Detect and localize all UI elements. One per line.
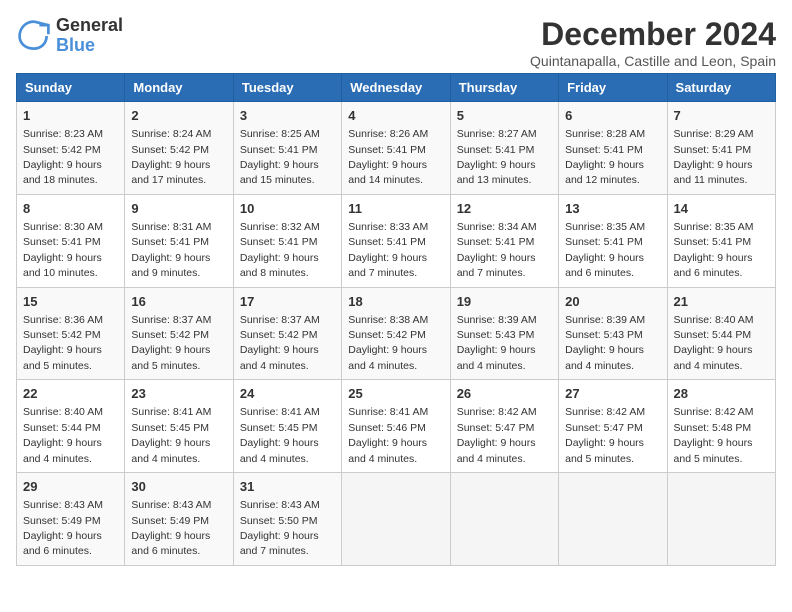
- table-row: 19Sunrise: 8:39 AMSunset: 5:43 PMDayligh…: [450, 287, 558, 380]
- table-row: [667, 473, 775, 566]
- logo-line1: General: [56, 16, 123, 36]
- table-row: 8Sunrise: 8:30 AMSunset: 5:41 PMDaylight…: [17, 194, 125, 287]
- table-row: 9Sunrise: 8:31 AMSunset: 5:41 PMDaylight…: [125, 194, 233, 287]
- page-header: General Blue December 2024 Quintanapalla…: [16, 16, 776, 69]
- table-row: 23Sunrise: 8:41 AMSunset: 5:45 PMDayligh…: [125, 380, 233, 473]
- table-row: 10Sunrise: 8:32 AMSunset: 5:41 PMDayligh…: [233, 194, 341, 287]
- table-row: 31Sunrise: 8:43 AMSunset: 5:50 PMDayligh…: [233, 473, 341, 566]
- table-row: 6Sunrise: 8:28 AMSunset: 5:41 PMDaylight…: [559, 102, 667, 195]
- table-row: 25Sunrise: 8:41 AMSunset: 5:46 PMDayligh…: [342, 380, 450, 473]
- table-row: [450, 473, 558, 566]
- table-row: 29Sunrise: 8:43 AMSunset: 5:49 PMDayligh…: [17, 473, 125, 566]
- table-row: 20Sunrise: 8:39 AMSunset: 5:43 PMDayligh…: [559, 287, 667, 380]
- table-row: 3Sunrise: 8:25 AMSunset: 5:41 PMDaylight…: [233, 102, 341, 195]
- table-row: 7Sunrise: 8:29 AMSunset: 5:41 PMDaylight…: [667, 102, 775, 195]
- col-thursday: Thursday: [450, 74, 558, 102]
- location-subtitle: Quintanapalla, Castille and Leon, Spain: [530, 53, 776, 69]
- table-row: [342, 473, 450, 566]
- logo: General Blue: [16, 16, 123, 56]
- table-row: 28Sunrise: 8:42 AMSunset: 5:48 PMDayligh…: [667, 380, 775, 473]
- table-row: 22Sunrise: 8:40 AMSunset: 5:44 PMDayligh…: [17, 380, 125, 473]
- table-row: 30Sunrise: 8:43 AMSunset: 5:49 PMDayligh…: [125, 473, 233, 566]
- table-row: 18Sunrise: 8:38 AMSunset: 5:42 PMDayligh…: [342, 287, 450, 380]
- col-friday: Friday: [559, 74, 667, 102]
- table-row: [559, 473, 667, 566]
- col-monday: Monday: [125, 74, 233, 102]
- logo-text: General Blue: [56, 16, 123, 56]
- calendar-table: Sunday Monday Tuesday Wednesday Thursday…: [16, 73, 776, 566]
- calendar-row: 29Sunrise: 8:43 AMSunset: 5:49 PMDayligh…: [17, 473, 776, 566]
- col-tuesday: Tuesday: [233, 74, 341, 102]
- table-row: 13Sunrise: 8:35 AMSunset: 5:41 PMDayligh…: [559, 194, 667, 287]
- table-row: 12Sunrise: 8:34 AMSunset: 5:41 PMDayligh…: [450, 194, 558, 287]
- calendar-header-row: Sunday Monday Tuesday Wednesday Thursday…: [17, 74, 776, 102]
- table-row: 11Sunrise: 8:33 AMSunset: 5:41 PMDayligh…: [342, 194, 450, 287]
- title-block: December 2024 Quintanapalla, Castille an…: [530, 16, 776, 69]
- col-saturday: Saturday: [667, 74, 775, 102]
- table-row: 27Sunrise: 8:42 AMSunset: 5:47 PMDayligh…: [559, 380, 667, 473]
- table-row: 26Sunrise: 8:42 AMSunset: 5:47 PMDayligh…: [450, 380, 558, 473]
- table-row: 2Sunrise: 8:24 AMSunset: 5:42 PMDaylight…: [125, 102, 233, 195]
- calendar-row: 1Sunrise: 8:23 AMSunset: 5:42 PMDaylight…: [17, 102, 776, 195]
- table-row: 14Sunrise: 8:35 AMSunset: 5:41 PMDayligh…: [667, 194, 775, 287]
- month-title: December 2024: [530, 16, 776, 53]
- col-wednesday: Wednesday: [342, 74, 450, 102]
- table-row: 4Sunrise: 8:26 AMSunset: 5:41 PMDaylight…: [342, 102, 450, 195]
- calendar-row: 8Sunrise: 8:30 AMSunset: 5:41 PMDaylight…: [17, 194, 776, 287]
- logo-icon: [16, 18, 52, 54]
- table-row: 5Sunrise: 8:27 AMSunset: 5:41 PMDaylight…: [450, 102, 558, 195]
- table-row: 1Sunrise: 8:23 AMSunset: 5:42 PMDaylight…: [17, 102, 125, 195]
- calendar-row: 22Sunrise: 8:40 AMSunset: 5:44 PMDayligh…: [17, 380, 776, 473]
- table-row: 21Sunrise: 8:40 AMSunset: 5:44 PMDayligh…: [667, 287, 775, 380]
- table-row: 16Sunrise: 8:37 AMSunset: 5:42 PMDayligh…: [125, 287, 233, 380]
- calendar-row: 15Sunrise: 8:36 AMSunset: 5:42 PMDayligh…: [17, 287, 776, 380]
- table-row: 15Sunrise: 8:36 AMSunset: 5:42 PMDayligh…: [17, 287, 125, 380]
- col-sunday: Sunday: [17, 74, 125, 102]
- table-row: 24Sunrise: 8:41 AMSunset: 5:45 PMDayligh…: [233, 380, 341, 473]
- table-row: 17Sunrise: 8:37 AMSunset: 5:42 PMDayligh…: [233, 287, 341, 380]
- logo-line2: Blue: [56, 36, 123, 56]
